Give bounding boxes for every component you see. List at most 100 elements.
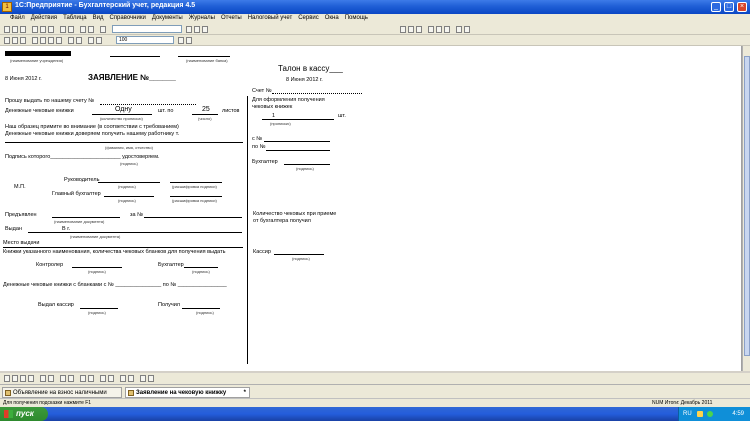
table-icon[interactable] (4, 37, 10, 44)
insert-col-icon[interactable] (48, 37, 54, 44)
bank-caption: (наименование банка) (186, 58, 228, 63)
dialog-icon[interactable] (28, 375, 34, 382)
open-icon[interactable] (12, 26, 18, 33)
menu-documents[interactable]: Документы (149, 14, 186, 22)
books-count: Одну (115, 106, 132, 113)
picture-icon[interactable] (120, 375, 126, 382)
minimize-button[interactable]: _ (711, 2, 721, 12)
delete-col-icon[interactable] (56, 37, 62, 44)
delete-row-icon[interactable] (40, 37, 46, 44)
italic-icon[interactable] (408, 26, 414, 33)
bracket-icon[interactable] (108, 375, 114, 382)
tab-cash-deposit[interactable]: Объявление на взнос наличными (2, 387, 122, 398)
stub-received-count: Количество чековых при приеме (253, 211, 337, 217)
clock[interactable]: 4:59 (732, 407, 744, 421)
cell-icon[interactable] (12, 37, 18, 44)
stub-cashier: Кассир (253, 249, 271, 255)
ole-icon[interactable] (128, 375, 134, 382)
stub-purpose: Для оформления получения (252, 97, 325, 103)
undo-icon[interactable] (80, 26, 86, 33)
menu-reports[interactable]: Отчеты (218, 14, 245, 22)
list-icon[interactable] (12, 375, 18, 382)
residence-label: Место выдачи (3, 240, 40, 246)
align-center-icon[interactable] (436, 26, 442, 33)
sheets-label: листов (222, 108, 240, 114)
properties-icon[interactable] (148, 375, 154, 382)
doc-number-label: за № (130, 212, 144, 218)
ungroup-icon[interactable] (96, 37, 102, 44)
zoom-combo[interactable]: 100 (116, 36, 174, 44)
stub-books: чековых книжек (252, 104, 293, 110)
group-icon[interactable] (88, 37, 94, 44)
field-icon[interactable] (88, 375, 94, 382)
border-icon[interactable] (68, 37, 74, 44)
cheque-books-line: Денежные чековые книжки с бланками с № _… (3, 282, 227, 288)
calc-icon[interactable] (186, 26, 192, 33)
stub-title: Талон в кассу___ (278, 64, 343, 73)
font-size-icon[interactable] (456, 26, 462, 33)
copy-icon[interactable] (40, 26, 46, 33)
paste-icon[interactable] (48, 26, 54, 33)
stub-to: по № (252, 144, 266, 150)
controller-label: Контролер (36, 262, 64, 268)
insert-row-icon[interactable] (32, 37, 38, 44)
trust-line: Денежные чековые книжки доверяем получит… (5, 131, 180, 137)
underline-icon[interactable] (416, 26, 422, 33)
language-indicator[interactable]: RU (683, 407, 692, 421)
new-icon[interactable] (4, 26, 10, 33)
edit-icon[interactable] (4, 375, 10, 382)
zoom-in-icon[interactable] (178, 37, 184, 44)
maximize-button[interactable]: □ (724, 2, 734, 12)
find-icon[interactable] (100, 26, 106, 33)
menu-tax[interactable]: Налоговый учет (245, 14, 296, 22)
search-combo[interactable] (112, 25, 182, 33)
menu-catalogs[interactable]: Справочники (106, 14, 148, 22)
font-color-icon[interactable] (464, 26, 470, 33)
books-label: Денежные чековые книжки (5, 108, 74, 114)
menu-windows[interactable]: Окна (322, 14, 342, 22)
tray-app-icon[interactable] (697, 411, 703, 417)
tree-icon[interactable] (40, 375, 46, 382)
zoom-out-icon[interactable] (186, 37, 192, 44)
print-icon[interactable] (60, 26, 66, 33)
brace-open-icon[interactable] (60, 375, 66, 382)
window-title: 1С:Предприятие - Бухгалтерский учет, ред… (15, 2, 196, 9)
bold-icon[interactable] (400, 26, 406, 33)
help-icon[interactable] (202, 26, 208, 33)
scroll-thumb[interactable] (744, 56, 750, 356)
table-toolbar: 100 (0, 35, 750, 46)
menu-table[interactable]: Таблица (60, 14, 90, 22)
vertical-scrollbar[interactable] (742, 46, 750, 371)
merge-icon[interactable] (20, 37, 26, 44)
cut-icon[interactable] (32, 26, 38, 33)
calendar-icon[interactable] (194, 26, 200, 33)
tab-cheque-book[interactable]: Заявление на чековую книжку * (125, 387, 250, 398)
window-title-bar[interactable]: 1 1С:Предприятие - Бухгалтерский учет, р… (0, 0, 750, 14)
start-button[interactable]: пуск (0, 407, 48, 421)
redo-icon[interactable] (88, 26, 94, 33)
sum-icon[interactable] (100, 375, 106, 382)
menu-service[interactable]: Сервис (295, 14, 322, 22)
tray-network-icon[interactable] (707, 411, 713, 417)
preview-icon[interactable] (68, 26, 74, 33)
text-icon[interactable] (80, 375, 86, 382)
menu-file[interactable]: Файл (0, 14, 28, 22)
cut-line (247, 96, 248, 364)
received-label: Получил (158, 302, 180, 308)
brace-close-icon[interactable] (68, 375, 74, 382)
align-left-icon[interactable] (428, 26, 434, 33)
close-button[interactable]: × (737, 2, 747, 12)
menu-view[interactable]: Вид (90, 14, 107, 22)
menu-help[interactable]: Помощь (342, 14, 371, 22)
delete-icon[interactable] (140, 375, 146, 382)
save-icon[interactable] (20, 26, 26, 33)
spreadsheet-document[interactable]: (наименование учреждения) (наименование … (0, 46, 742, 371)
menu-journals[interactable]: Журналы (186, 14, 218, 22)
sheets-count: 25 (202, 106, 210, 113)
grid-icon[interactable] (48, 375, 54, 382)
form-icon[interactable] (20, 375, 26, 382)
menu-actions[interactable]: Действия (28, 14, 60, 22)
menu-bar: Файл Действия Таблица Вид Справочники Докумен… (0, 14, 750, 24)
fill-icon[interactable] (76, 37, 82, 44)
align-right-icon[interactable] (444, 26, 450, 33)
